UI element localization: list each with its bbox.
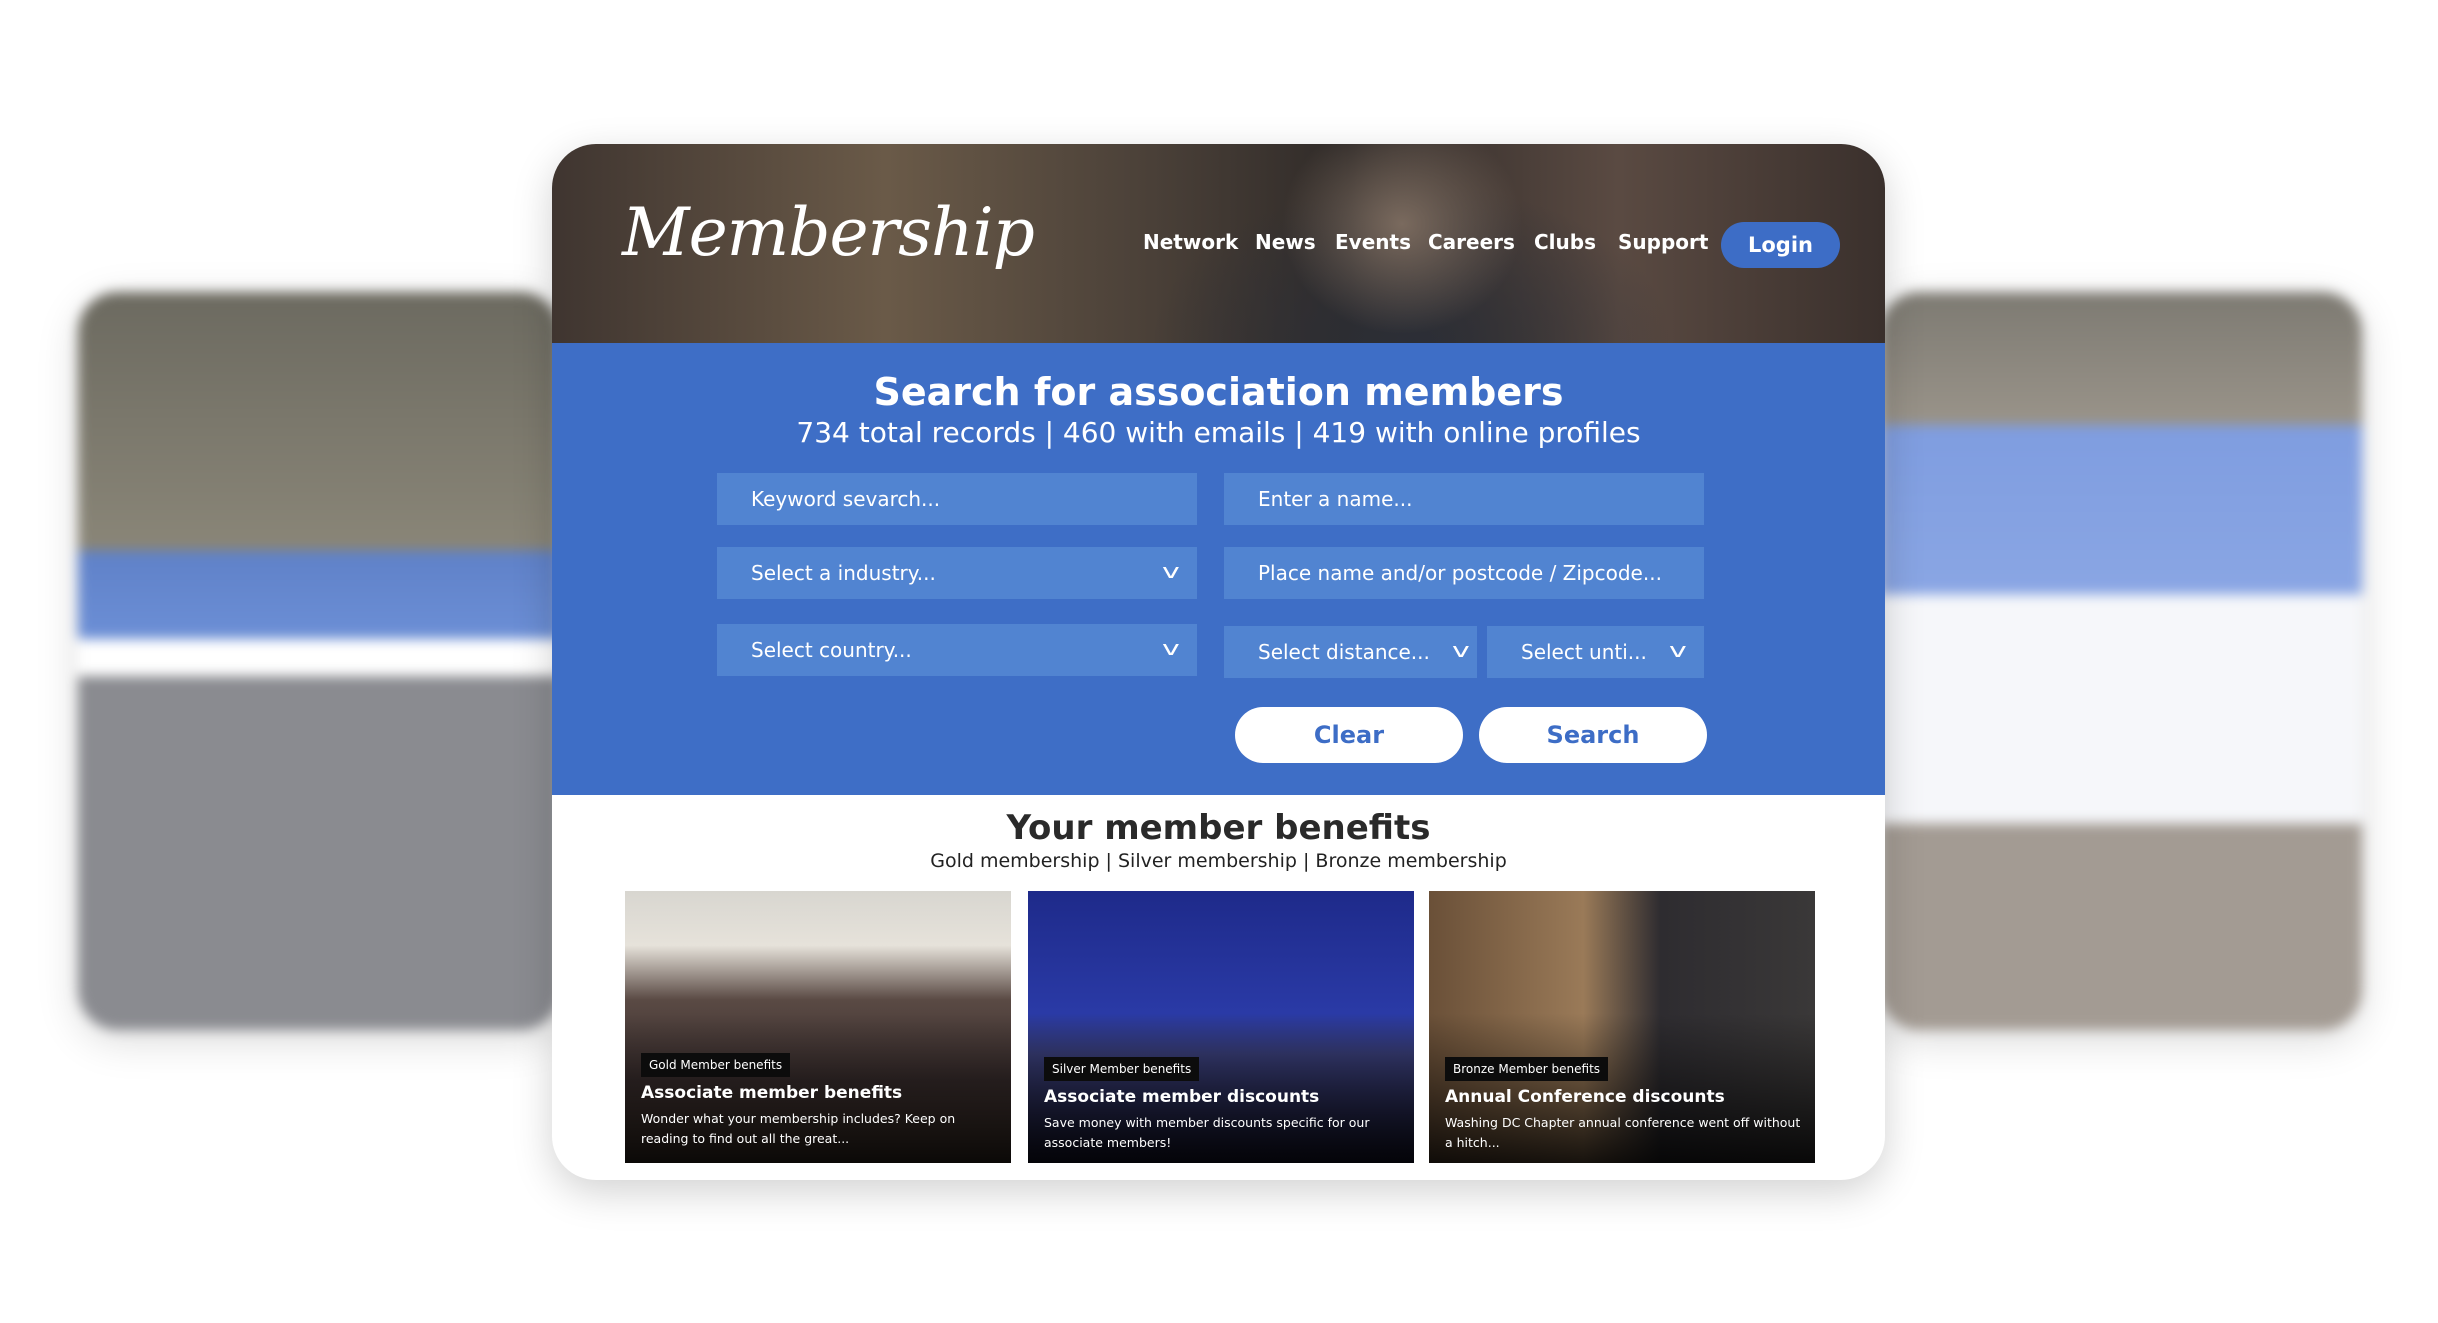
unit-value: Select unti... [1521, 640, 1647, 664]
card-title[interactable]: Associate member benefits [641, 1083, 902, 1103]
login-button[interactable]: Login [1721, 222, 1840, 268]
nav-clubs[interactable]: Clubs [1534, 230, 1596, 254]
card-badge: Bronze Member benefits [1445, 1057, 1609, 1081]
country-value: Select country... [751, 638, 912, 662]
card-description: Wonder what your membership includes? Ke… [641, 1111, 956, 1146]
chevron-down-icon: v [1162, 636, 1180, 660]
search-stats: 734 total records | 460 with emails | 41… [796, 416, 1641, 449]
keyword-placeholder: Keyword sevarch... [751, 487, 941, 511]
distance-value: Select distance... [1258, 640, 1430, 664]
name-input[interactable]: Enter a name... [1224, 473, 1704, 525]
nav-news[interactable]: News [1255, 230, 1316, 254]
industry-select[interactable]: Select a industry... v [717, 547, 1197, 599]
benefit-card[interactable]: Gold Member benefits Associate member be… [625, 891, 1011, 1163]
card-badge: Silver Member benefits [1044, 1057, 1200, 1081]
background-preview-left [78, 292, 560, 1030]
place-input[interactable]: Place name and/or postcode / Zipcode... [1224, 547, 1704, 599]
benefit-card[interactable]: Bronze Member benefits Annual Conference… [1429, 891, 1815, 1163]
card-description: Save money with member discounts specifi… [1044, 1115, 1370, 1150]
unit-select[interactable]: Select unti... v [1487, 626, 1704, 678]
keyword-search-input[interactable]: Keyword sevarch... [717, 473, 1197, 525]
card-description: Washing DC Chapter annual conference wen… [1445, 1115, 1801, 1150]
background-preview-right [1880, 292, 2362, 1030]
nav-support[interactable]: Support [1618, 230, 1708, 254]
benefits-title: Your member benefits [1006, 808, 1431, 848]
chevron-down-icon: v [1452, 638, 1470, 662]
chevron-down-icon: v [1162, 559, 1180, 583]
benefits-subtitle: Gold membership | Silver membership | Br… [930, 850, 1507, 872]
card-title[interactable]: Annual Conference discounts [1445, 1087, 1725, 1107]
industry-value: Select a industry... [751, 561, 936, 585]
nav-network[interactable]: Network [1143, 230, 1238, 254]
chevron-down-icon: v [1669, 638, 1687, 662]
card-badge: Gold Member benefits [641, 1053, 791, 1077]
logo[interactable]: Membership [622, 194, 1035, 271]
card-title[interactable]: Associate member discounts [1044, 1087, 1319, 1107]
benefit-card[interactable]: Silver Member benefits Associate member … [1028, 891, 1414, 1163]
search-button[interactable]: Search [1479, 707, 1707, 763]
clear-button[interactable]: Clear [1235, 707, 1463, 763]
distance-select[interactable]: Select distance... v [1224, 626, 1477, 678]
search-title: Search for association members [873, 370, 1564, 414]
nav-careers[interactable]: Careers [1428, 230, 1515, 254]
place-placeholder: Place name and/or postcode / Zipcode... [1258, 561, 1662, 585]
nav-events[interactable]: Events [1335, 230, 1411, 254]
membership-page: Membership Network News Events Careers C… [552, 144, 1885, 1180]
name-placeholder: Enter a name... [1258, 487, 1413, 511]
country-select[interactable]: Select country... v [717, 624, 1197, 676]
